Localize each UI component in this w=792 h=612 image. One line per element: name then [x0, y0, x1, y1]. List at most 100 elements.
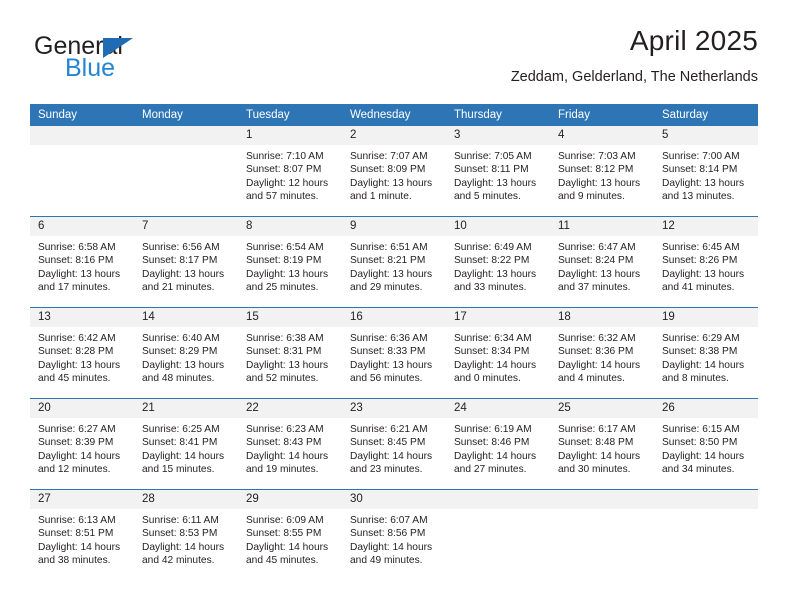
day-details	[30, 145, 134, 150]
day-detail-line: Sunrise: 6:49 AM	[454, 242, 532, 253]
day-detail-line: Daylight: 13 hours	[38, 359, 121, 371]
calendar-empty-cell	[654, 489, 758, 580]
day-detail-line: Sunset: 8:09 PM	[350, 164, 426, 176]
day-detail-line: Sunrise: 6:21 AM	[350, 424, 428, 435]
day-detail-line: Sunset: 8:07 PM	[246, 164, 322, 176]
day-details: Sunrise: 6:25 AM Sunset: 8:41 PM Daylight:…	[134, 418, 238, 477]
calendar-day-cell[interactable]: 11 Sunrise: 6:47 AM Sunset: 8:24 PM Dayligh…	[550, 216, 654, 308]
day-detail-line: Daylight: 14 hours	[558, 450, 641, 462]
calendar-header-row: Sunday Monday Tuesday Wednesday Thursday Frid…	[30, 104, 758, 126]
calendar-day-cell[interactable]: 30 Sunrise: 6:07 AM Sunset: 8:56 PM Dayligh…	[342, 489, 446, 580]
day-number: 23	[342, 399, 446, 418]
day-detail-line: Sunset: 8:12 PM	[558, 164, 634, 176]
day-detail-line: Sunset: 8:46 PM	[454, 437, 530, 449]
day-number	[550, 490, 654, 509]
calendar-day-cell[interactable]: 28 Sunrise: 6:11 AM Sunset: 8:53 PM Dayligh…	[134, 489, 238, 580]
calendar-day-cell[interactable]: 12 Sunrise: 6:45 AM Sunset: 8:26 PM Dayligh…	[654, 216, 758, 308]
calendar-day-cell[interactable]: 10 Sunrise: 6:49 AM Sunset: 8:22 PM Dayligh…	[446, 216, 550, 308]
calendar-empty-cell	[134, 126, 238, 217]
calendar-day-cell[interactable]: 15 Sunrise: 6:38 AM Sunset: 8:31 PM Dayligh…	[238, 307, 342, 399]
day-detail-line: and 48 minutes.	[142, 373, 215, 385]
day-number: 29	[238, 490, 342, 509]
day-detail-line: Sunset: 8:26 PM	[662, 255, 738, 267]
calendar-day-cell[interactable]: 5 Sunrise: 7:00 AM Sunset: 8:14 PM Daylight…	[654, 126, 758, 217]
calendar-day-cell[interactable]: 23 Sunrise: 6:21 AM Sunset: 8:45 PM Dayligh…	[342, 398, 446, 490]
day-detail-line: and 37 minutes.	[558, 282, 631, 294]
day-number: 25	[550, 399, 654, 418]
calendar-day-cell[interactable]: 8 Sunrise: 6:54 AM Sunset: 8:19 PM Daylight…	[238, 216, 342, 308]
calendar-day-cell[interactable]: 20 Sunrise: 6:27 AM Sunset: 8:39 PM Dayligh…	[30, 398, 134, 490]
calendar-day-cell[interactable]: 7 Sunrise: 6:56 AM Sunset: 8:17 PM Daylight…	[134, 216, 238, 308]
calendar-page: General Blue April 2025 Zeddam, Gelderla…	[0, 0, 792, 612]
day-detail-line: Daylight: 13 hours	[662, 268, 745, 280]
day-number: 28	[134, 490, 238, 509]
day-number: 7	[134, 217, 238, 236]
calendar-day-cell[interactable]: 24 Sunrise: 6:19 AM Sunset: 8:46 PM Dayligh…	[446, 398, 550, 490]
calendar-week-row: 13 Sunrise: 6:42 AM Sunset: 8:28 PM Dayligh…	[30, 307, 758, 399]
day-number: 11	[550, 217, 654, 236]
day-detail-line: Daylight: 13 hours	[558, 268, 641, 280]
weekday-header-friday: Friday	[550, 104, 654, 126]
day-detail-line: Sunrise: 7:05 AM	[454, 151, 532, 162]
calendar-day-cell[interactable]: 1 Sunrise: 7:10 AM Sunset: 8:07 PM Daylight…	[238, 126, 342, 217]
day-detail-line: Sunrise: 6:29 AM	[662, 333, 740, 344]
calendar-day-cell[interactable]: 25 Sunrise: 6:17 AM Sunset: 8:48 PM Dayligh…	[550, 398, 654, 490]
day-detail-line: and 25 minutes.	[246, 282, 319, 294]
calendar-day-cell[interactable]: 26 Sunrise: 6:15 AM Sunset: 8:50 PM Dayligh…	[654, 398, 758, 490]
day-details: Sunrise: 6:27 AM Sunset: 8:39 PM Daylight:…	[30, 418, 134, 477]
calendar-day-cell[interactable]: 4 Sunrise: 7:03 AM Sunset: 8:12 PM Daylight…	[550, 126, 654, 217]
day-detail-line: Sunrise: 6:19 AM	[454, 424, 532, 435]
day-number	[30, 126, 134, 145]
page-title: April 2025	[629, 25, 758, 56]
calendar-day-cell[interactable]: 29 Sunrise: 6:09 AM Sunset: 8:55 PM Dayligh…	[238, 489, 342, 580]
calendar-day-cell[interactable]: 16 Sunrise: 6:36 AM Sunset: 8:33 PM Dayligh…	[342, 307, 446, 399]
day-detail-line: and 13 minutes.	[662, 191, 735, 203]
day-number: 12	[654, 217, 758, 236]
calendar-day-cell[interactable]: 17 Sunrise: 6:34 AM Sunset: 8:34 PM Dayligh…	[446, 307, 550, 399]
day-number: 19	[654, 308, 758, 327]
day-detail-line: Daylight: 13 hours	[350, 177, 433, 189]
day-detail-line: and 45 minutes.	[38, 373, 111, 385]
day-detail-line: and 29 minutes.	[350, 282, 423, 294]
calendar-day-cell[interactable]: 13 Sunrise: 6:42 AM Sunset: 8:28 PM Dayligh…	[30, 307, 134, 399]
calendar-day-cell[interactable]: 2 Sunrise: 7:07 AM Sunset: 8:09 PM Daylight…	[342, 126, 446, 217]
day-number: 27	[30, 490, 134, 509]
day-detail-line: Sunset: 8:11 PM	[454, 164, 529, 176]
calendar-day-cell[interactable]: 3 Sunrise: 7:05 AM Sunset: 8:11 PM Daylight…	[446, 126, 550, 217]
day-number: 13	[30, 308, 134, 327]
calendar-day-cell[interactable]: 18 Sunrise: 6:32 AM Sunset: 8:36 PM Dayligh…	[550, 307, 654, 399]
calendar-day-cell[interactable]: 9 Sunrise: 6:51 AM Sunset: 8:21 PM Daylight…	[342, 216, 446, 308]
day-details: Sunrise: 6:38 AM Sunset: 8:31 PM Daylight:…	[238, 327, 342, 386]
day-details: Sunrise: 6:45 AM Sunset: 8:26 PM Daylight:…	[654, 236, 758, 295]
day-detail-line: Sunset: 8:53 PM	[142, 528, 218, 540]
day-details: Sunrise: 6:19 AM Sunset: 8:46 PM Daylight:…	[446, 418, 550, 477]
day-detail-line: and 38 minutes.	[38, 555, 111, 567]
day-detail-line: Daylight: 14 hours	[662, 359, 745, 371]
day-detail-line: and 0 minutes.	[454, 373, 521, 385]
day-number: 1	[238, 126, 342, 145]
day-number: 8	[238, 217, 342, 236]
day-details: Sunrise: 7:00 AM Sunset: 8:14 PM Daylight:…	[654, 145, 758, 204]
calendar-day-cell[interactable]: 14 Sunrise: 6:40 AM Sunset: 8:29 PM Dayligh…	[134, 307, 238, 399]
calendar-empty-cell	[30, 126, 134, 217]
day-detail-line: Daylight: 14 hours	[38, 450, 121, 462]
weekday-header-row: Sunday Monday Tuesday Wednesday Thursday Frid…	[30, 104, 758, 126]
day-detail-line: Sunset: 8:38 PM	[662, 346, 738, 358]
day-detail-line: and 45 minutes.	[246, 555, 319, 567]
day-detail-line: Sunrise: 6:51 AM	[350, 242, 428, 253]
calendar-day-cell[interactable]: 22 Sunrise: 6:23 AM Sunset: 8:43 PM Dayligh…	[238, 398, 342, 490]
calendar-day-cell[interactable]: 19 Sunrise: 6:29 AM Sunset: 8:38 PM Dayligh…	[654, 307, 758, 399]
page-subtitle: Zeddam, Gelderland, The Netherlands	[510, 69, 758, 85]
day-detail-line: Sunrise: 6:58 AM	[38, 242, 116, 253]
day-details	[654, 509, 758, 514]
day-details	[550, 509, 654, 514]
page-header: General Blue April 2025 Zeddam, Gelderla…	[30, 24, 758, 98]
day-details: Sunrise: 6:32 AM Sunset: 8:36 PM Daylight:…	[550, 327, 654, 386]
day-detail-line: and 56 minutes.	[350, 373, 423, 385]
day-detail-line: Sunset: 8:34 PM	[454, 346, 530, 358]
calendar-day-cell[interactable]: 6 Sunrise: 6:58 AM Sunset: 8:16 PM Daylight…	[30, 216, 134, 308]
calendar-day-cell[interactable]: 21 Sunrise: 6:25 AM Sunset: 8:41 PM Dayligh…	[134, 398, 238, 490]
day-number: 21	[134, 399, 238, 418]
calendar-day-cell[interactable]: 27 Sunrise: 6:13 AM Sunset: 8:51 PM Dayligh…	[30, 489, 134, 580]
day-detail-line: Sunset: 8:24 PM	[558, 255, 634, 267]
